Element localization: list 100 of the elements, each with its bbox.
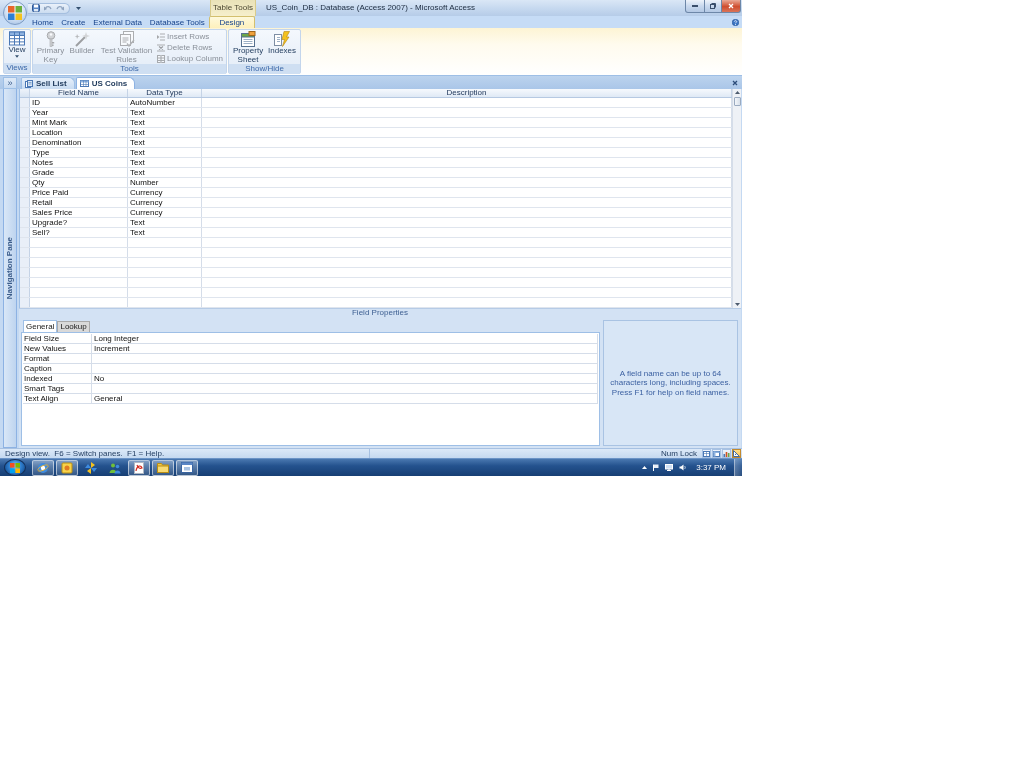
save-icon xyxy=(32,4,40,12)
data-type-cell[interactable]: Text xyxy=(128,218,202,227)
help-button[interactable] xyxy=(732,18,739,26)
ribbon-tab[interactable]: Design xyxy=(208,16,255,28)
customize-toolbar-button[interactable] xyxy=(74,4,82,12)
table-icon xyxy=(9,31,25,46)
field-name-cell[interactable]: Mint Mark xyxy=(30,118,128,127)
data-type-cell[interactable]: Text xyxy=(128,138,202,147)
monitor-icon[interactable] xyxy=(665,464,674,471)
table-icon xyxy=(703,450,710,457)
property-sheet-icon xyxy=(240,31,257,47)
start-button[interactable] xyxy=(4,459,26,476)
navigation-pane-title: Navigation Pane xyxy=(5,236,15,300)
save-button[interactable] xyxy=(32,4,40,12)
close-icon xyxy=(728,3,734,9)
data-type-cell[interactable]: Text xyxy=(128,168,202,177)
data-type-cell[interactable]: Currency xyxy=(128,188,202,197)
stacked-pages-icon xyxy=(118,31,135,47)
scroll-up-arrow-icon[interactable] xyxy=(733,89,741,96)
scroll-down-arrow-icon[interactable] xyxy=(733,301,741,308)
field-name-cell[interactable]: Denomination xyxy=(30,138,128,147)
field-name-cell[interactable]: Retail xyxy=(30,198,128,207)
taskbar-button[interactable] xyxy=(32,459,54,476)
ribbon-button[interactable]: Property Sheet xyxy=(231,31,266,64)
contextual-tab-header: Table Tools xyxy=(210,0,256,16)
property-label: Format xyxy=(23,354,92,363)
scrollbar-thumb[interactable] xyxy=(733,97,741,106)
data-type-cell[interactable]: Text xyxy=(128,228,202,237)
wand-icon xyxy=(74,31,90,47)
lightning-icon xyxy=(274,31,291,47)
data-type-cell[interactable]: Number xyxy=(128,178,202,187)
field-name-cell[interactable]: Notes xyxy=(30,158,128,167)
ribbon-button[interactable]: View xyxy=(6,31,28,58)
field-name-cell[interactable]: Grade xyxy=(30,168,128,177)
select-all-corner[interactable] xyxy=(20,89,30,97)
taskbar-button[interactable] xyxy=(56,459,78,476)
field-name-cell[interactable]: Year xyxy=(30,108,128,117)
app-tile-icon xyxy=(61,461,73,474)
column-header: Data Type xyxy=(128,89,202,97)
close-icon xyxy=(732,79,738,86)
insert-rows-icon xyxy=(157,33,165,41)
flag-icon[interactable] xyxy=(653,464,660,471)
ribbon-tab[interactable]: Create xyxy=(57,16,90,28)
property-label: Smart Tags xyxy=(23,384,92,393)
data-type-cell[interactable]: Text xyxy=(128,148,202,157)
field-properties-title: Field Properties xyxy=(352,309,408,317)
swirl-document-icon xyxy=(133,461,145,474)
restore-button[interactable] xyxy=(704,0,722,13)
property-value-field[interactable]: General xyxy=(92,394,598,403)
ribbon-tab[interactable]: Database Tools xyxy=(145,16,209,28)
field-name-cell[interactable]: Type xyxy=(30,148,128,157)
redo-button[interactable] xyxy=(56,4,64,12)
office-logo-icon xyxy=(8,6,22,20)
property-label: New Values xyxy=(23,344,92,353)
speaker-icon[interactable] xyxy=(679,464,687,471)
ribbon-button[interactable]: Indexes xyxy=(266,31,299,56)
navigation-pane-toggle[interactable]: » xyxy=(3,76,17,89)
data-type-cell[interactable]: Currency xyxy=(128,208,202,217)
set-square-icon xyxy=(733,450,740,457)
delete-rows-icon xyxy=(157,44,165,52)
clock: 3:37 PM xyxy=(696,462,726,473)
property-value-field[interactable]: No xyxy=(92,374,598,383)
field-name-cell[interactable]: Upgrade? xyxy=(30,218,128,227)
show-hidden-icons-button[interactable] xyxy=(642,466,648,469)
property-label: Field Size xyxy=(23,334,92,343)
document-tab[interactable]: Sell List xyxy=(21,77,75,89)
close-button[interactable] xyxy=(721,0,741,13)
bar-chart-icon xyxy=(723,450,730,457)
undo-button[interactable] xyxy=(44,4,52,12)
ribbon-tab[interactable]: Home xyxy=(28,16,58,28)
properties-tab[interactable]: General xyxy=(23,320,58,332)
data-type-cell[interactable]: Text xyxy=(128,128,202,137)
taskbar-button[interactable] xyxy=(176,459,198,476)
field-name-cell[interactable]: Qty xyxy=(30,178,128,187)
data-type-cell[interactable]: Currency xyxy=(128,198,202,207)
data-type-cell[interactable]: Text xyxy=(128,158,202,167)
field-name-cell[interactable]: Sell? xyxy=(30,228,128,237)
data-type-cell[interactable]: AutoNumber xyxy=(128,98,202,107)
field-name-cell[interactable]: ID xyxy=(30,98,128,107)
data-type-cell[interactable]: Text xyxy=(128,118,202,127)
ribbon-tab[interactable]: External Data xyxy=(89,16,146,28)
taskbar-button[interactable] xyxy=(152,459,174,476)
property-value-field[interactable]: Increment xyxy=(92,344,598,353)
lookup-column-icon xyxy=(157,55,165,63)
group-label: Show/Hide xyxy=(229,64,301,74)
close-document-button[interactable] xyxy=(732,79,738,86)
minimize-button[interactable] xyxy=(685,0,705,13)
taskbar-button[interactable] xyxy=(128,459,150,476)
field-name-cell[interactable]: Sales Price xyxy=(30,208,128,217)
data-type-cell[interactable]: Text xyxy=(128,108,202,117)
show-desktop-button[interactable] xyxy=(734,459,742,476)
document-tab[interactable]: US Coins xyxy=(75,77,136,89)
redo-icon xyxy=(56,4,64,12)
pivot-table-icon xyxy=(713,450,720,457)
field-name-cell[interactable]: Location xyxy=(30,128,128,137)
caret-icon xyxy=(75,6,81,10)
pinwheel-icon xyxy=(85,461,97,474)
field-name-cell[interactable]: Price Paid xyxy=(30,188,128,197)
property-value-field[interactable]: Long Integer xyxy=(92,334,598,343)
num-lock-indicator: Num Lock xyxy=(661,449,697,458)
